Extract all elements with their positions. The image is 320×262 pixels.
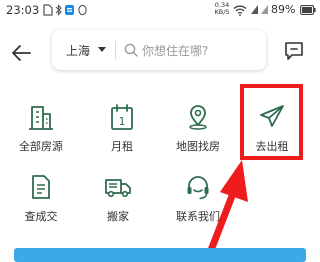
calendar-icon: 1 — [111, 104, 133, 130]
status-bar: 23:03 0.34 KB/S 89% — [0, 0, 320, 22]
message-icon[interactable] — [283, 40, 305, 62]
back-button[interactable] — [10, 42, 32, 64]
status-time: 23:03 — [6, 3, 40, 17]
menu-item-moving[interactable]: 搬家 — [83, 173, 153, 224]
chevron-down-icon — [98, 47, 106, 52]
search-input[interactable]: 你想住在哪? — [142, 42, 208, 59]
menu-item-label: 搬家 — [107, 210, 129, 223]
search-icon — [124, 43, 138, 57]
search-bar[interactable]: 上海 你想住在哪? — [52, 30, 266, 70]
truck-icon — [105, 179, 131, 198]
battery-percent: 89% — [271, 3, 296, 16]
promo-banner[interactable] — [14, 248, 306, 262]
qq-icon — [78, 4, 87, 16]
signal-icon-1 — [251, 5, 258, 14]
highlight-box — [240, 84, 303, 160]
menu-item-monthly-rent[interactable]: 1 月租 — [87, 103, 157, 154]
city-selector[interactable]: 上海 — [66, 42, 90, 59]
map-pin-icon — [189, 105, 207, 130]
wifi-icon — [233, 5, 247, 16]
battery-icon — [300, 5, 316, 15]
document-icon — [32, 175, 50, 199]
menu-item-map-search[interactable]: 地图找房 — [163, 103, 233, 154]
menu-item-label: 月租 — [111, 140, 133, 153]
menu-item-label: 全部房源 — [19, 140, 63, 153]
menu-item-label: 地图找房 — [176, 140, 220, 153]
network-speed: 0.34 KB/S — [214, 1, 230, 16]
bluetooth-icon — [55, 4, 62, 16]
search-divider — [115, 41, 116, 59]
app-notification-icon — [65, 5, 74, 15]
sim-card-icon — [43, 4, 53, 16]
menu-item-all-listings[interactable]: 全部房源 — [6, 103, 76, 154]
menu-item-label: 查成交 — [24, 210, 58, 223]
signal-icon-2 — [261, 5, 268, 14]
pointer-arrow-icon — [204, 160, 248, 258]
svg-text:1: 1 — [119, 115, 126, 128]
building-icon — [29, 106, 53, 130]
menu-item-check-deals[interactable]: 查成交 — [6, 173, 76, 224]
